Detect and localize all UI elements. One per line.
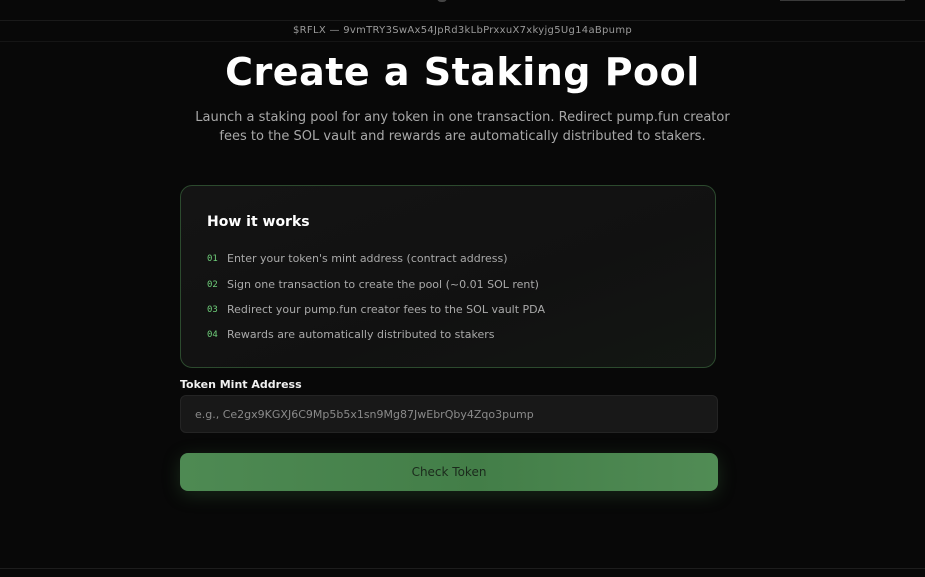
step-item: 02 Sign one transaction to create the po… [207,278,539,291]
step-text: Enter your token's mint address (contrac… [227,252,508,265]
ticker-text: $RFLX — 9vmTRY3SwAx54JpRd3kLbPrxxuX7xkyj… [292,25,633,36]
page-title: Create a Staking Pool [225,50,700,94]
step-text: Redirect your pump.fun creator fees to t… [227,303,545,316]
how-it-works-card: How it works 01 Enter your token's mint … [180,185,716,368]
token-mint-label: Token Mint Address [180,378,302,391]
step-text: Rewards are automatically distributed to… [227,328,495,341]
step-number: 01 [207,253,218,264]
step-text: Sign one transaction to create the pool … [227,278,539,291]
token-ticker-bar: $RFLX — 9vmTRY3SwAx54JpRd3kLbPrxxuX7xkyj… [0,20,925,42]
step-item: 01 Enter your token's mint address (cont… [207,252,508,265]
step-number: 03 [207,304,218,315]
footer-divider [0,568,925,569]
page-subtitle: Launch a staking pool for any token in o… [195,110,730,144]
top-nav-edge [0,0,925,21]
nav-logo-fragment [437,0,447,2]
token-mint-input[interactable] [180,395,718,433]
step-item: 04 Rewards are automatically distributed… [207,328,494,341]
step-item: 03 Redirect your pump.fun creator fees t… [207,303,545,316]
step-number: 02 [207,279,218,290]
how-it-works-title: How it works [207,214,310,230]
check-token-button[interactable]: Check Token [180,453,718,491]
step-number: 04 [207,329,218,340]
nav-button-edge[interactable] [780,0,905,1]
